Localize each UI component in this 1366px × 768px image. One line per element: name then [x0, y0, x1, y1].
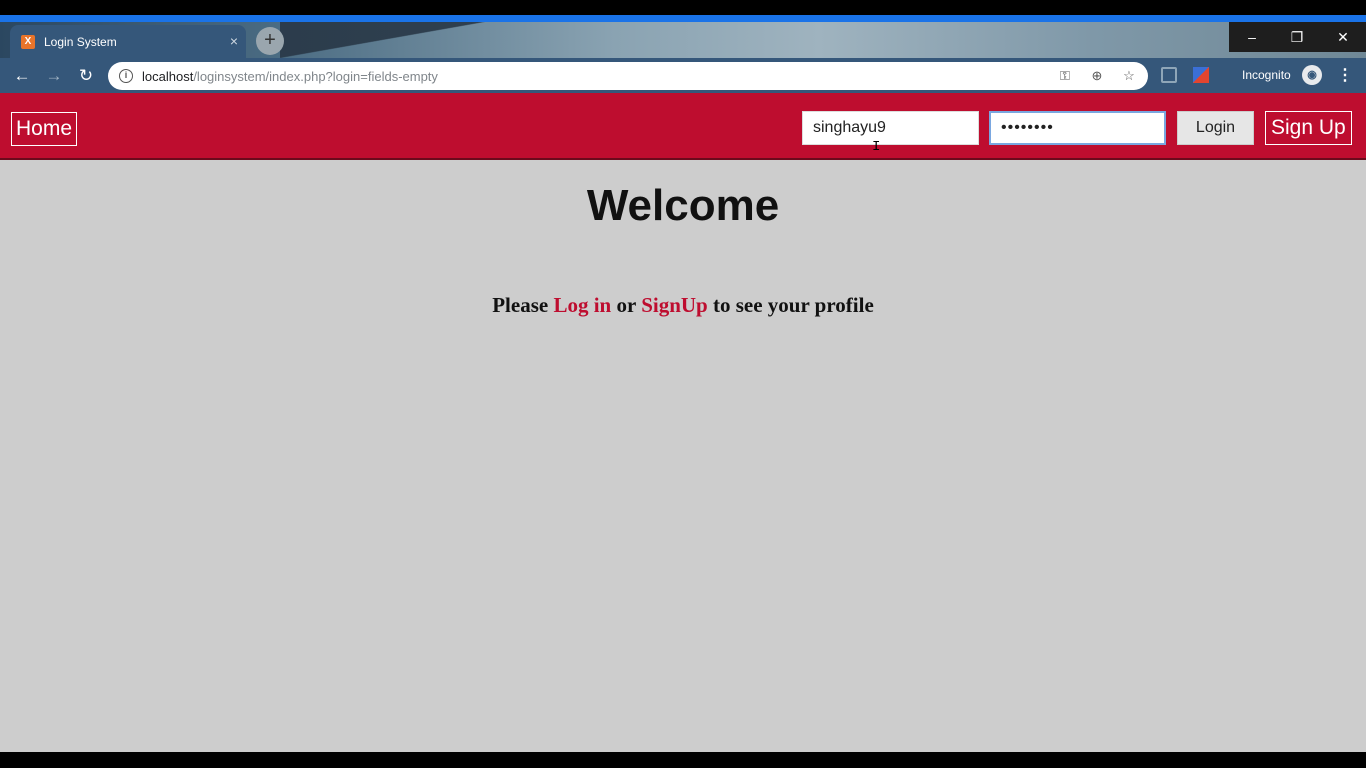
address-bar[interactable]: i localhost/loginsystem/index.php?login=…: [108, 62, 1148, 90]
page-title: Welcome: [586, 181, 780, 230]
info-icon[interactable]: i: [119, 69, 133, 83]
address-url: localhost/loginsystem/index.php?login=fi…: [142, 69, 438, 84]
username-input[interactable]: [802, 111, 979, 145]
xampp-icon: X: [21, 35, 35, 49]
minimize-button[interactable]: –: [1229, 22, 1275, 52]
signup-text-link[interactable]: SignUp: [641, 293, 708, 317]
menu-icon[interactable]: ⋮: [1337, 65, 1353, 87]
close-window-button[interactable]: ✕: [1320, 22, 1366, 52]
flag-extension-icon[interactable]: [1193, 67, 1209, 83]
star-icon[interactable]: ☆: [1120, 67, 1138, 85]
tab-close-icon[interactable]: ×: [230, 33, 238, 49]
forward-icon[interactable]: →: [42, 64, 66, 88]
accent-strip: [0, 15, 1366, 22]
login-prompt: Please Log in or SignUp to see your prof…: [0, 293, 1366, 318]
incognito-label: Incognito: [1242, 68, 1291, 82]
extension-icon[interactable]: [1161, 67, 1177, 83]
screen: X Login System × + – ❐ ✕ ← → ↻ i localho…: [0, 0, 1366, 768]
new-tab-button[interactable]: +: [256, 27, 284, 55]
prompt-suffix: to see your profile: [712, 293, 874, 317]
back-icon[interactable]: ←: [10, 64, 34, 88]
browser-tab[interactable]: X Login System ×: [10, 25, 246, 58]
prompt-middle: or: [616, 293, 636, 317]
theme-background: [280, 22, 580, 58]
site-navbar: Home Login Sign Up I: [0, 93, 1366, 160]
url-host: localhost: [142, 69, 194, 84]
browser-titlebar: X Login System × + – ❐ ✕: [0, 22, 1366, 58]
page-viewport: Home Login Sign Up I Welcome Please Log …: [0, 93, 1366, 752]
text-cursor-icon: I: [872, 139, 881, 155]
browser-toolbar: ← → ↻ i localhost/loginsystem/index.php?…: [0, 58, 1366, 93]
tab-title: Login System: [44, 35, 117, 49]
login-button[interactable]: Login: [1177, 111, 1254, 145]
reload-icon[interactable]: ↻: [74, 64, 98, 88]
incognito-icon: ◉: [1302, 65, 1322, 85]
signup-link[interactable]: Sign Up: [1265, 111, 1352, 145]
password-input[interactable]: [989, 111, 1166, 145]
zoom-icon[interactable]: ⊕: [1088, 67, 1106, 85]
home-link[interactable]: Home: [11, 112, 78, 146]
key-icon[interactable]: ⚿: [1056, 67, 1074, 85]
login-link[interactable]: Log in: [553, 293, 611, 317]
restore-button[interactable]: ❐: [1274, 22, 1320, 52]
prompt-prefix: Please: [492, 293, 549, 317]
url-path: /loginsystem/index.php?login=fields-empt…: [193, 69, 438, 84]
